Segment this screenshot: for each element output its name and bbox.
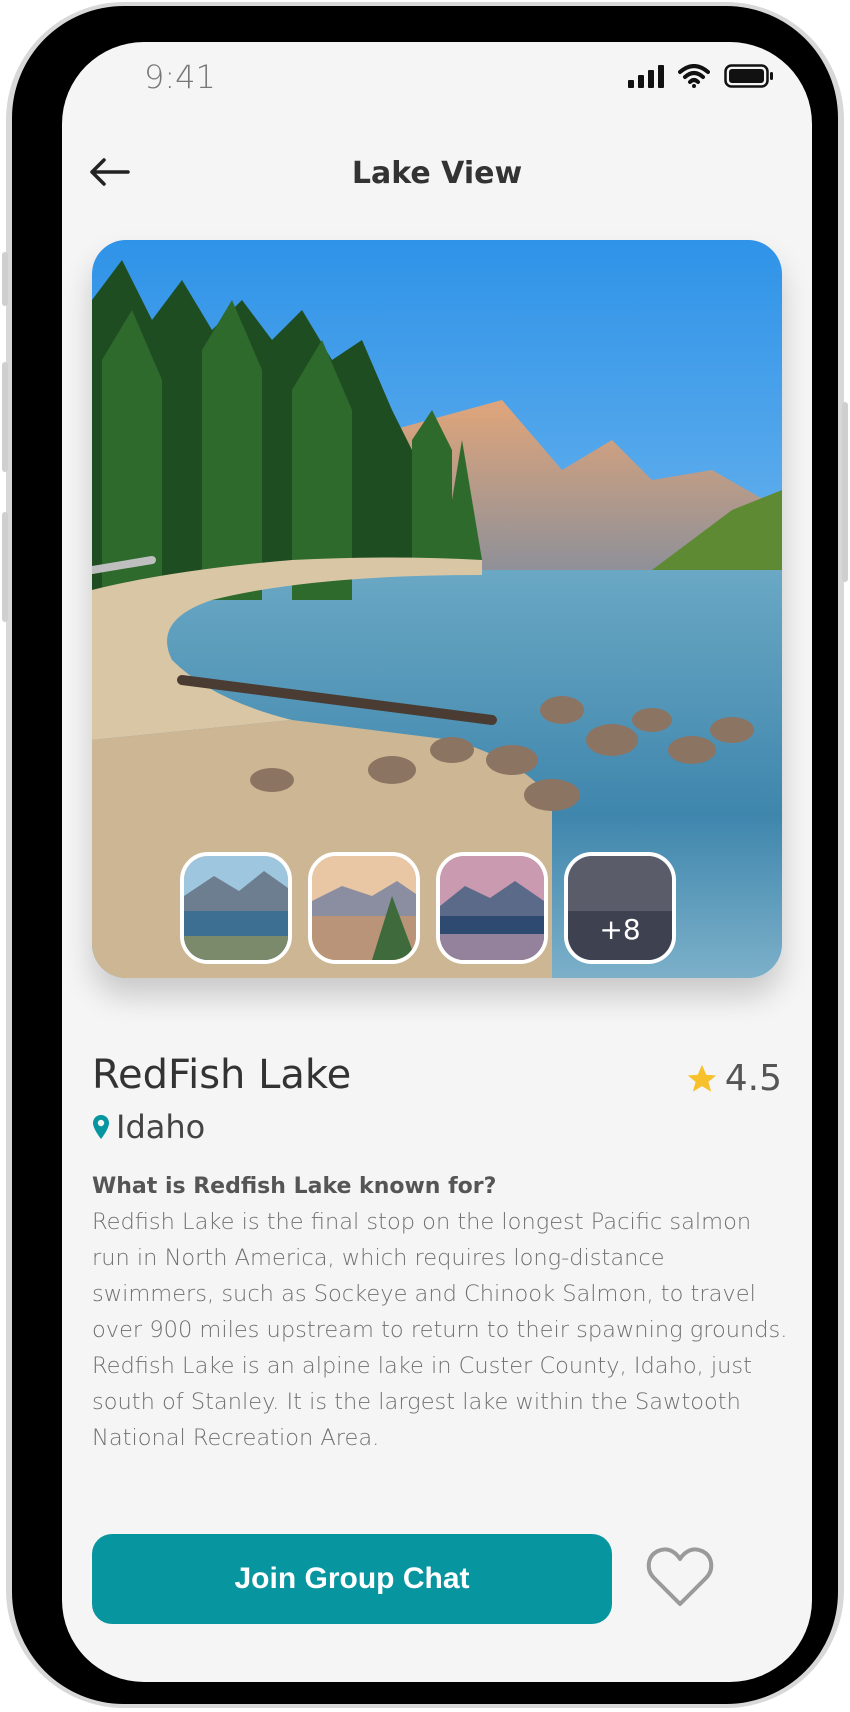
star-icon [687,1064,716,1092]
rating: 4.5 [685,1058,782,1099]
status-icons [628,64,774,88]
favorite-button[interactable] [640,1536,720,1616]
place-name: RedFish Lake [92,1052,352,1098]
thumbnail-2[interactable] [308,852,420,964]
thumbnail-image [440,856,544,960]
phone-bezel: 9:41 Lake View +8 RedFish Lake 4.5 Idaho… [12,6,838,1704]
join-group-chat-button[interactable]: Join Group Chat [92,1534,612,1624]
thumbnail-more[interactable]: +8 [564,852,676,964]
about-description: Redfish Lake is the final stop on the lo… [92,1209,788,1451]
thumbnail-image [184,856,288,960]
status-bar: 9:41 [62,42,812,112]
page-title: Lake View [351,156,523,191]
signal-icon [628,64,664,88]
wifi-icon [678,64,710,88]
location: Idaho [92,1108,205,1146]
thumbnail-1[interactable] [180,852,292,964]
status-time: 9:41 [144,58,216,96]
location-pin-icon [93,1115,109,1139]
location-text: Idaho [116,1108,206,1146]
top-navigation: Lake View [62,142,812,202]
hero-image: +8 [92,240,782,978]
rating-value: 4.5 [724,1058,782,1099]
battery-icon [724,64,774,88]
more-photos-count: +8 [599,913,641,946]
app-screen: 9:41 Lake View +8 RedFish Lake 4.5 Idaho… [62,42,812,1682]
thumbnail-3[interactable] [436,852,548,964]
thumbnail-strip: +8 [180,852,676,964]
heart-icon [646,1547,714,1606]
phone-frame: 9:41 Lake View +8 RedFish Lake 4.5 Idaho… [2,2,848,1708]
thumbnail-image [312,856,416,960]
about-heading: What is Redfish Lake known for? [92,1174,497,1199]
